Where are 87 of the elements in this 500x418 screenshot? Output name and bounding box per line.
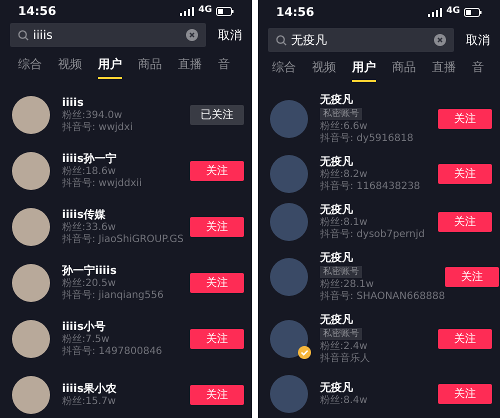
verified-badge-icon [298, 346, 311, 359]
follow-button[interactable]: 关注 [438, 384, 492, 404]
battery-icon [464, 8, 482, 16]
battery-icon [216, 6, 234, 16]
category-tab[interactable]: 用户 [352, 58, 376, 82]
account-id: 抖音音乐人 [320, 353, 371, 365]
category-tab[interactable]: 商品 [138, 55, 162, 79]
avatar[interactable] [12, 376, 50, 414]
fans-count: 粉丝:28.1w [320, 279, 375, 290]
follow-button[interactable]: 关注 [444, 267, 499, 287]
fans-count: 粉丝:33.6w [62, 222, 117, 234]
fans-count: 粉丝:20.5w [62, 278, 117, 290]
user-name: iiiis孙一宁 [62, 152, 118, 166]
fans-count: 粉丝:8.2w [320, 169, 368, 180]
category-tab[interactable]: 用户 [98, 55, 122, 79]
network-label: 4G [198, 4, 212, 18]
fans-count: 粉丝:18.6w [62, 166, 117, 178]
user-name: iiiis果小农 [62, 382, 118, 396]
follow-button[interactable]: 关注 [190, 385, 244, 405]
search-icon [276, 34, 287, 46]
private-account-tag: 私密账号 [320, 266, 362, 278]
private-account-tag: 私密账号 [320, 108, 362, 120]
clear-icon[interactable] [434, 34, 446, 46]
search-field[interactable]: iiiis [10, 23, 206, 47]
category-tab[interactable]: 音 [218, 55, 230, 79]
fans-count: 粉丝:8.1w [320, 217, 368, 228]
fans-count: 粉丝:394.0w [62, 110, 124, 122]
follow-button[interactable]: 关注 [438, 164, 492, 184]
account-id: 抖音号: dy5916818 [320, 133, 414, 145]
search-icon [18, 30, 29, 40]
follow-button[interactable]: 关注 [190, 273, 244, 293]
category-tab[interactable]: 视频 [312, 58, 336, 82]
follow-button[interactable]: 关注 [438, 109, 492, 129]
user-name: 无疫凡 [320, 93, 354, 107]
avatar[interactable] [12, 320, 50, 358]
user-name: 无疫凡 [320, 381, 354, 394]
user-name: 孙一宁iiiis [62, 264, 118, 278]
user-name: 无疫凡 [320, 203, 354, 216]
avatar[interactable] [12, 96, 50, 134]
avatar[interactable] [12, 152, 50, 190]
category-tab[interactable]: 直播 [432, 58, 456, 82]
avatar[interactable] [12, 208, 50, 246]
account-id: 抖音号: wwjddxii [62, 178, 143, 190]
user-name: 无疫凡 [320, 155, 354, 168]
avatar[interactable] [270, 320, 308, 358]
account-id: 抖音号: JiaoShiGROUP.GS [62, 234, 185, 246]
account-id: 抖音号: SHAONAN668888 [320, 291, 445, 303]
search-text: 无疫凡 [291, 32, 328, 49]
user-name: iiiis小号 [62, 320, 107, 334]
user-name: iiiis [62, 96, 85, 110]
follow-button[interactable]: 关注 [190, 217, 244, 237]
signal-icon [428, 8, 442, 16]
fans-count: 粉丝:2.4w [320, 341, 368, 352]
follow-button[interactable]: 关注 [190, 329, 244, 349]
cancel-button[interactable]: 取消 [214, 26, 246, 44]
user-name: iiiis传媒 [62, 208, 107, 222]
following-button[interactable]: 已关注 [190, 105, 244, 125]
fans-count: 粉丝:7.5w [62, 334, 110, 346]
account-id: 抖音号: dysob7pernjd [320, 229, 426, 241]
user-name: 无疫凡 [320, 251, 354, 265]
status-time: 14:56 [18, 3, 56, 20]
network-label: 4G [446, 5, 460, 18]
follow-button[interactable]: 关注 [190, 161, 244, 181]
follow-button[interactable]: 关注 [438, 329, 492, 349]
fans-count: 粉丝:15.7w [62, 396, 117, 408]
category-tab[interactable]: 商品 [392, 58, 416, 82]
category-tab[interactable]: 综合 [272, 58, 296, 82]
fans-count: 粉丝:8.4w [320, 395, 368, 407]
account-id: 抖音号: jianqiang556 [62, 290, 165, 302]
clear-icon[interactable] [186, 29, 198, 41]
avatar[interactable] [12, 264, 50, 302]
account-id: 抖音号: 1497800846 [62, 346, 164, 358]
follow-button[interactable]: 关注 [438, 212, 492, 232]
status-time: 14:56 [276, 4, 314, 21]
user-name: 无疫凡 [320, 313, 354, 327]
signal-icon [180, 6, 194, 16]
account-id: 抖音号: wwjdxi [62, 122, 134, 134]
search-text: iiiis [33, 27, 54, 44]
search-field[interactable]: 无疫凡 [268, 28, 454, 52]
account-id: 抖音号: 1168438238 [320, 181, 422, 193]
category-tab[interactable]: 直播 [178, 55, 202, 79]
fans-count: 粉丝:6.6w [320, 121, 368, 132]
cancel-button[interactable]: 取消 [462, 31, 494, 49]
category-tab[interactable]: 视频 [58, 55, 82, 79]
category-tab[interactable]: 音 [472, 58, 484, 82]
private-account-tag: 私密账号 [320, 328, 362, 340]
category-tab[interactable]: 综合 [18, 55, 42, 79]
